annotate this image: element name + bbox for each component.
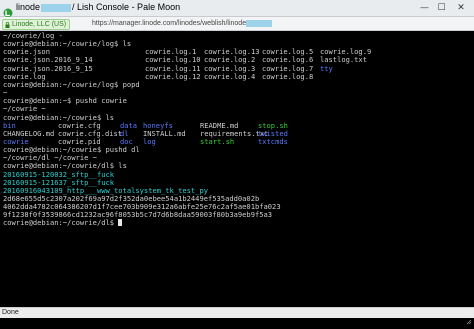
terminal-cursor xyxy=(118,219,123,227)
ls-entry: tty xyxy=(320,63,333,73)
ls-entry: start.sh xyxy=(200,136,235,146)
lish-terminal[interactable]: ~/cowrie/log - cowrie@debian:~/cowrie/log… xyxy=(0,31,474,307)
close-button[interactable]: ✕ xyxy=(450,1,472,15)
terminal-line: cowrie@debian:~/cowrie/dl$ xyxy=(3,218,123,228)
window-title-suffix: / Lish Console - Pale Moon xyxy=(72,2,181,12)
window-title: linode / Lish Console - Pale Moon xyxy=(16,2,180,12)
status-bar: Done xyxy=(0,307,474,325)
terminal-text: cowrie@debian:~/cowrie/dl$ xyxy=(3,218,119,228)
ls-entry: cowrie.log.12 xyxy=(145,71,201,81)
lock-icon xyxy=(5,21,10,28)
window-title-prefix: linode xyxy=(16,2,41,12)
ls-entry: log xyxy=(143,136,156,146)
terminal-line: cowrie@debian:~/cowrie/log$ popd xyxy=(3,79,140,89)
window-titlebar: linode / Lish Console - Pale Moon — ☐ ✕ xyxy=(0,0,474,18)
site-identity-label: Linode, LLC (US) xyxy=(12,21,67,28)
minimize-button[interactable]: — xyxy=(416,1,433,15)
ls-entry: cowrie.log.4 xyxy=(204,71,256,81)
terminal-text: cowrie@debian:~/cowrie/log$ popd xyxy=(3,79,140,89)
url-prefix: https://manager.linode.com/linodes/webli… xyxy=(92,20,247,27)
ls-entry: cowrie.log.8 xyxy=(262,71,314,81)
redacted-block xyxy=(41,3,72,12)
site-identity-badge[interactable]: Linode, LLC (US) xyxy=(2,19,71,30)
redacted-block xyxy=(246,19,273,27)
resize-grip-icon[interactable] xyxy=(466,310,472,325)
window-controls: — ☐ ✕ xyxy=(416,1,472,15)
maximize-button[interactable]: ☐ xyxy=(433,1,450,15)
url-text[interactable]: https://manager.linode.com/linodes/webli… xyxy=(92,19,273,28)
linode-favicon-icon xyxy=(3,3,13,18)
address-bar[interactable]: Linode, LLC (US) https://manager.linode.… xyxy=(0,17,474,31)
ls-entry: txtcmds xyxy=(258,136,288,146)
